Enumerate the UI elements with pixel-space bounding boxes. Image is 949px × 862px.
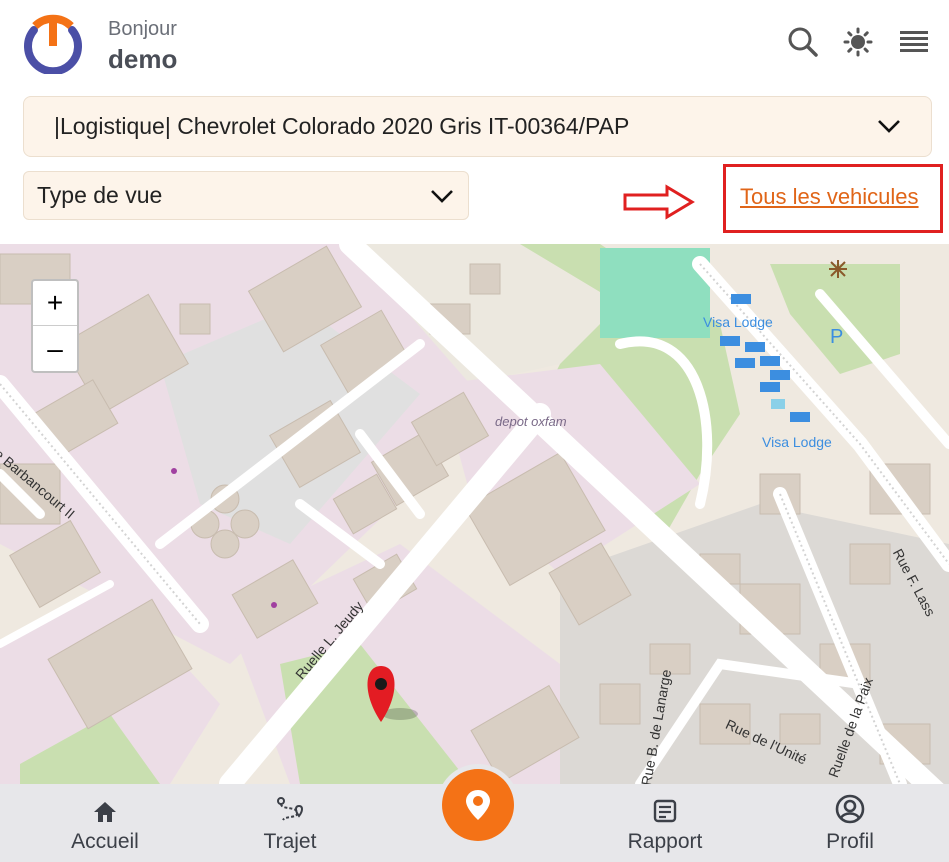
- nav-label: Trajet: [263, 830, 317, 853]
- nav-label: Rapport: [627, 830, 703, 853]
- view-type-value: Type de vue: [37, 182, 163, 208]
- map-label-visa-lodge: Visa Lodge: [703, 314, 773, 330]
- nav-item-report[interactable]: Rapport: [620, 784, 710, 862]
- map-label-visa-lodge: Visa Lodge: [762, 434, 832, 450]
- nav-item-profile[interactable]: Profil: [810, 784, 890, 862]
- profile-icon: [835, 794, 865, 824]
- zoom-out-button[interactable]: –: [33, 326, 77, 371]
- view-type-select[interactable]: Type de vue: [23, 171, 469, 220]
- all-vehicles-link[interactable]: Tous les vehicules: [740, 184, 919, 210]
- route-icon: [277, 797, 303, 821]
- menu-icon[interactable]: [896, 24, 932, 60]
- vehicle-select-value: |Logistique| Chevrolet Colorado 2020 Gri…: [54, 113, 630, 139]
- vehicle-select[interactable]: |Logistique| Chevrolet Colorado 2020 Gri…: [23, 96, 932, 157]
- map-label-depot: depot oxfam: [495, 414, 567, 429]
- map-tiles: [0, 244, 949, 784]
- map-view[interactable]: depot oxfam Visa Lodge Visa Lodge P Rue …: [0, 244, 949, 784]
- zoom-in-button[interactable]: +: [33, 281, 77, 326]
- header: Bonjour demo: [0, 0, 949, 90]
- app: Bonjour demo |Logistique| Chevrolet Colo…: [0, 0, 949, 862]
- annotation-arrow-icon: [623, 184, 695, 220]
- map-label-parking: P: [830, 326, 844, 348]
- chevron-down-icon: [431, 190, 453, 203]
- center-location-button-wrapper: [437, 764, 519, 846]
- nav-item-home[interactable]: Accueil: [60, 784, 150, 862]
- app-logo: [24, 14, 82, 74]
- nav-label: Accueil: [71, 830, 139, 853]
- greeting-text: Bonjour: [108, 18, 177, 40]
- home-icon: [94, 802, 116, 822]
- brightness-icon[interactable]: [840, 24, 876, 60]
- nav-label: Profil: [826, 830, 874, 853]
- username-text: demo: [108, 44, 178, 74]
- search-icon[interactable]: [785, 24, 821, 60]
- nav-item-trip[interactable]: Trajet: [250, 784, 330, 862]
- location-pin-icon: [466, 790, 490, 820]
- center-location-button[interactable]: [442, 769, 514, 841]
- zoom-control: + –: [31, 279, 79, 373]
- report-icon: [653, 799, 677, 823]
- chevron-down-icon: [878, 120, 900, 133]
